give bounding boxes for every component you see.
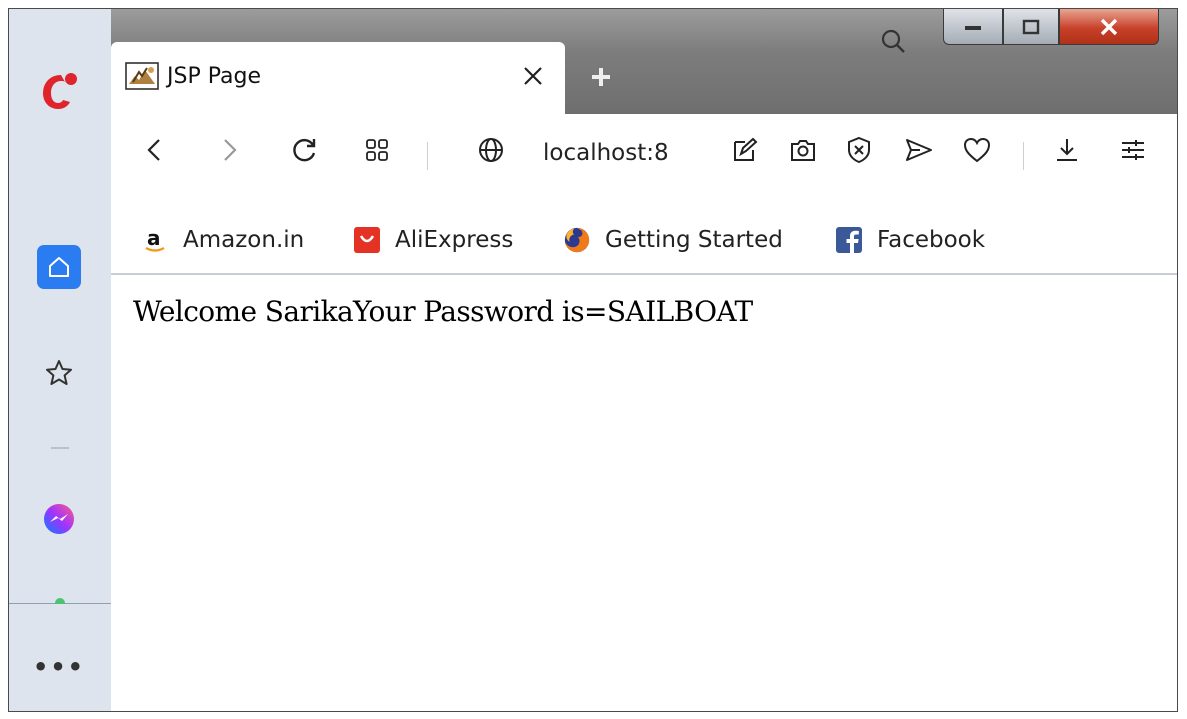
bookmark-label: Getting Started: [605, 227, 783, 253]
reload-icon: [291, 136, 319, 164]
download-icon: [1054, 136, 1080, 164]
send-icon: [904, 137, 934, 163]
forward-icon: [218, 137, 240, 163]
more-dots-icon: •••: [32, 653, 86, 681]
sidebar-item-home[interactable]: [37, 245, 81, 289]
home-icon: [46, 254, 72, 280]
browser-window: ••• JSP Page localhost:8 a Amazon.in Ali…: [8, 8, 1178, 712]
minimize-icon: [963, 22, 983, 32]
java-duke-icon: [125, 62, 159, 90]
sidebar-item-bookmarks[interactable]: [37, 351, 81, 395]
tab-jsp-page[interactable]: JSP Page: [111, 42, 565, 114]
maximize-icon: [1021, 18, 1041, 36]
site-info-button[interactable]: [473, 132, 509, 168]
bookmark-aliexpress[interactable]: AliExpress: [353, 223, 513, 257]
heart-icon: [962, 136, 992, 164]
favorite-button[interactable]: [959, 132, 995, 168]
aliexpress-icon: [353, 226, 381, 254]
easy-setup-button[interactable]: [1115, 132, 1151, 168]
forward-button[interactable]: [211, 132, 247, 168]
tabs-grid-button[interactable]: [359, 132, 395, 168]
plus-icon: [589, 65, 613, 89]
globe-icon: [477, 136, 505, 164]
welcome-message: Welcome SarikaYour Password is=SAILBOAT: [133, 295, 753, 328]
maximize-button[interactable]: [1003, 9, 1059, 45]
window-search-button[interactable]: [875, 23, 911, 59]
sidebar-separator: [51, 447, 69, 449]
reload-button[interactable]: [287, 132, 323, 168]
bookmark-facebook[interactable]: Facebook: [835, 223, 985, 257]
bookmark-amazon[interactable]: a Amazon.in: [141, 223, 304, 257]
back-button[interactable]: [137, 132, 173, 168]
firefox-icon: [563, 226, 591, 254]
svg-text:a: a: [147, 226, 161, 250]
whatsapp-icon[interactable]: [55, 598, 65, 604]
toolbar-separator: [427, 142, 428, 170]
sidebar: •••: [9, 9, 111, 711]
page-content: Welcome SarikaYour Password is=SAILBOAT: [111, 275, 1177, 711]
block-icon: [846, 136, 872, 164]
sidebar-item-messenger[interactable]: [37, 497, 81, 541]
close-x-icon: [1098, 17, 1120, 37]
bookmarks-bar: a Amazon.in AliExpress Getting Started F…: [111, 211, 1177, 275]
settings-sliders-icon: [1119, 137, 1147, 163]
camera-icon: [789, 137, 817, 163]
address-bar[interactable]: localhost:8: [543, 140, 669, 166]
tab-close-button[interactable]: [515, 58, 551, 94]
amazon-icon: a: [141, 226, 169, 254]
send-button[interactable]: [901, 132, 937, 168]
bookmark-label: Facebook: [877, 227, 986, 253]
snapshot-button[interactable]: [785, 132, 821, 168]
sidebar-more-button[interactable]: •••: [33, 645, 83, 689]
close-window-button[interactable]: [1059, 9, 1159, 45]
edit-button[interactable]: [727, 132, 763, 168]
bookmark-getting-started[interactable]: Getting Started: [563, 223, 783, 257]
bookmark-label: Amazon.in: [183, 227, 305, 253]
bookmark-label: AliExpress: [395, 227, 514, 253]
tabs-grid-icon: [364, 137, 390, 163]
toolbar-separator-2: [1023, 142, 1024, 170]
new-tab-button[interactable]: [583, 59, 619, 95]
close-icon: [522, 65, 544, 87]
star-icon: [44, 358, 74, 388]
ad-block-button[interactable]: [841, 132, 877, 168]
tab-title: JSP Page: [167, 64, 261, 89]
facebook-icon: [835, 226, 863, 254]
edit-icon: [731, 136, 759, 164]
window-controls: [943, 9, 1167, 49]
address-toolbar: localhost:8: [111, 114, 1177, 211]
minimize-button[interactable]: [943, 9, 1003, 45]
search-icon: [879, 27, 907, 55]
messenger-icon: [42, 502, 76, 536]
opera-logo-icon[interactable]: [39, 67, 79, 113]
back-icon: [144, 137, 166, 163]
downloads-button[interactable]: [1049, 132, 1085, 168]
